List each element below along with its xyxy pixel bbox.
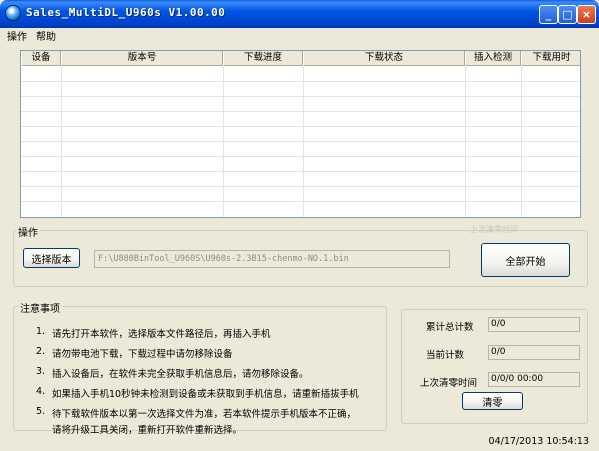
minimize-button[interactable]: _ — [539, 5, 558, 24]
column-header-insert-detect[interactable]: 插入检测 — [465, 51, 521, 66]
app-icon — [5, 5, 21, 21]
start-all-button[interactable]: 全部开始 — [481, 243, 570, 277]
notes-group-title: 注意事项 — [18, 300, 62, 315]
grid-line — [21, 156, 580, 157]
grid-line — [21, 201, 580, 202]
timestamp: 04/17/2013 10:54:13 — [488, 436, 589, 447]
current-count-label: 当前计数 — [426, 350, 465, 361]
select-version-button[interactable]: 选择版本 — [23, 248, 80, 268]
note-item: 插入设备后，在软件未完全获取手机信息后，请勿移除设备。 — [52, 369, 309, 380]
note-item: 请勿带电池下载，下载过程中请勿移除设备 — [52, 349, 233, 360]
grid-line — [21, 111, 580, 112]
last-reset-time-label: 上次清零时间 — [420, 378, 478, 389]
version-path-field[interactable]: F:\U880BinTool_U960S\U960s-2.3B15-chenmo… — [94, 250, 450, 268]
window-title: Sales_MultiDL_U960s V1.00.00 — [26, 6, 226, 19]
note-number: 1. — [36, 326, 46, 337]
operation-group-title: 操作 — [16, 224, 40, 239]
note-number: 2. — [36, 346, 46, 357]
grid-line — [21, 171, 580, 172]
note-item: 如果插入手机10秒钟未检测到设备或未获取到手机信息，请重新插拔手机 — [52, 389, 359, 400]
title-bar: Sales_MultiDL_U960s V1.00.00 _ □ × — [0, 0, 599, 28]
column-header-device[interactable]: 设备 — [21, 51, 61, 66]
grid-line — [21, 81, 580, 82]
menu-help[interactable]: 帮助 — [36, 28, 56, 43]
current-count-field: 0/0 — [488, 345, 580, 360]
note-item: 待下载软件版本以第一次选择文件为准，若本软件提示手机版本不正确， — [52, 409, 360, 420]
menu-bar: 操作 帮助 — [0, 28, 599, 43]
note-number: 4. — [36, 386, 46, 397]
menu-operation[interactable]: 操作 — [7, 28, 27, 43]
column-header-status[interactable]: 下载状态 — [303, 51, 465, 66]
column-header-version[interactable]: 版本号 — [61, 51, 223, 66]
note-number: 3. — [36, 366, 46, 377]
note-item: 请先打开本软件，选择版本文件路径后，再插入手机 — [52, 329, 271, 340]
column-header-progress[interactable]: 下载进度 — [223, 51, 303, 66]
reset-button[interactable]: 清零 — [462, 392, 523, 410]
device-table[interactable]: 设备 版本号 下载进度 下载状态 插入检测 下载用时 — [20, 50, 581, 218]
status-bar: 04/17/2013 10:54:13 — [0, 433, 599, 451]
last-reset-time-field: 0/0/0 00:00 — [488, 372, 580, 387]
column-header-download-time[interactable]: 下载用时 — [521, 51, 580, 66]
grid-line — [21, 186, 580, 187]
table-header: 设备 版本号 下载进度 下载状态 插入检测 下载用时 — [21, 51, 580, 66]
close-button[interactable]: × — [577, 5, 596, 24]
total-count-label: 累计总计数 — [426, 322, 474, 333]
total-count-field: 0/0 — [488, 317, 580, 332]
grid-line — [21, 96, 580, 97]
faint-label: 上次清零时间 — [470, 225, 518, 234]
note-number: 5. — [36, 406, 46, 417]
grid-line — [21, 141, 580, 142]
grid-line — [21, 126, 580, 127]
maximize-button[interactable]: □ — [558, 5, 577, 24]
